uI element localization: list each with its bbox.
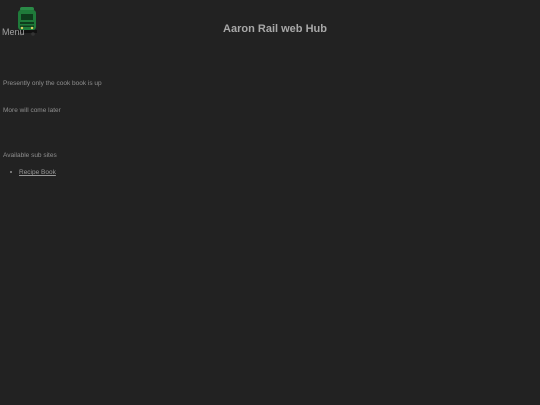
subsites-list: Recipe Book xyxy=(0,168,56,178)
header: Menu Aaron Rail web Hub xyxy=(0,0,540,48)
note-text: More will come later xyxy=(3,107,61,114)
subsites-heading: Available sub sites xyxy=(3,152,57,159)
bullet-icon xyxy=(10,171,12,173)
list-item: Recipe Book xyxy=(0,168,56,178)
intro-text: Presently only the cook book is up xyxy=(3,80,102,87)
page-title: Aaron Rail web Hub xyxy=(223,23,327,35)
recipe-book-link[interactable]: Recipe Book xyxy=(19,169,56,176)
